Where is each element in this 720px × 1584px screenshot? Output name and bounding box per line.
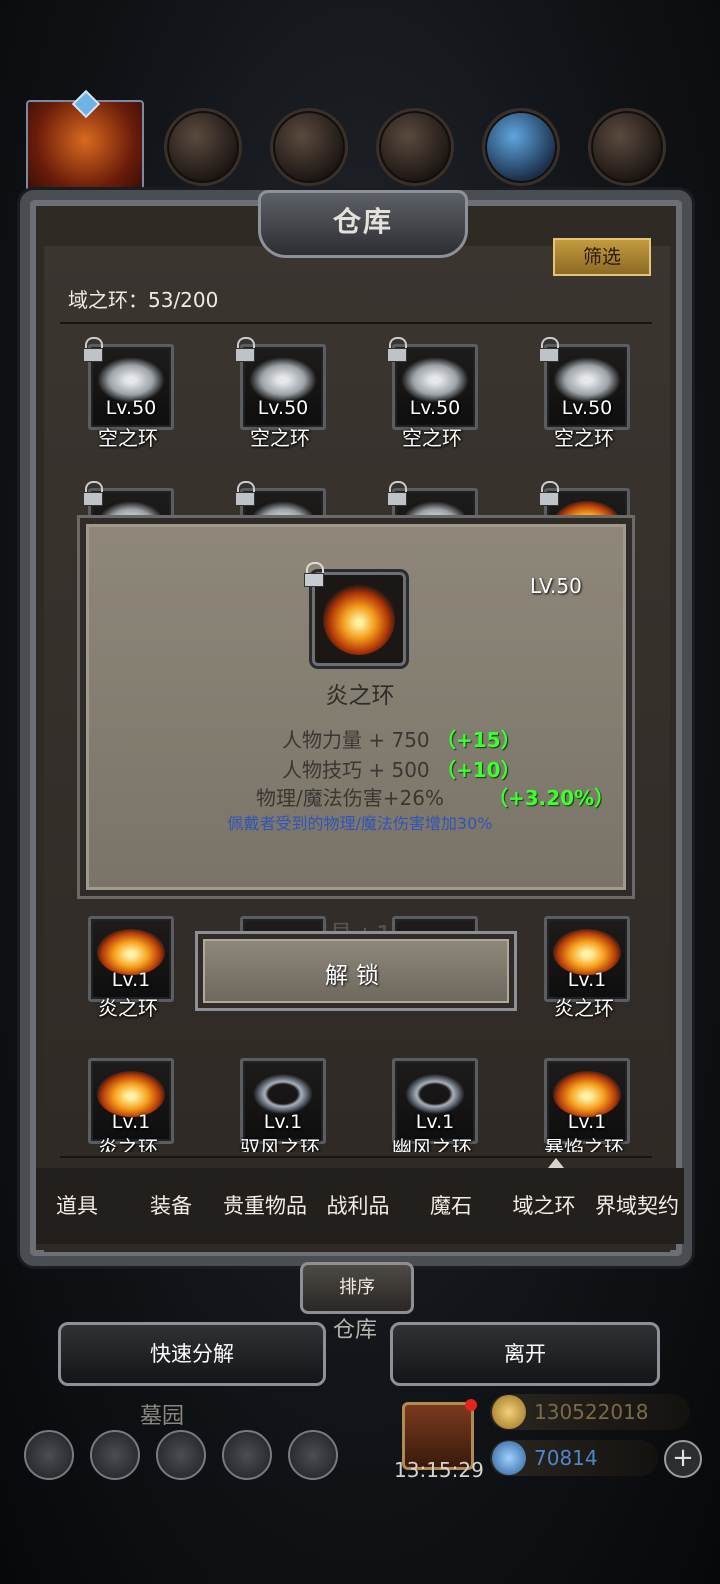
item-level: Lv.50 — [561, 397, 613, 419]
item-name: 炎之环 — [554, 996, 614, 1020]
popup-item-name: 炎之环 — [325, 683, 395, 709]
item-name: 驭风之环 — [240, 1136, 320, 1152]
quick-decompose-button[interactable]: 快速分解 — [58, 1322, 326, 1386]
item-name: 炎之环 — [98, 996, 158, 1020]
material-slot-3-icon[interactable] — [376, 108, 454, 186]
flame-ring-icon — [323, 583, 395, 655]
divider-top — [60, 322, 652, 324]
sort-button[interactable]: 排序 — [300, 1262, 414, 1314]
item-slot[interactable]: Lv.50 — [387, 337, 478, 430]
item-level: Lv.1 — [567, 1111, 607, 1133]
item-level: Lv.50 — [105, 397, 157, 419]
settings-icon[interactable] — [24, 1430, 74, 1480]
material-slot-1-icon[interactable] — [164, 108, 242, 186]
diamond-icon — [492, 1441, 526, 1475]
item-name: 空之环 — [250, 426, 310, 450]
material-slot-5-icon[interactable] — [588, 108, 666, 186]
material-slot-2-icon[interactable] — [270, 108, 348, 186]
gold-amount: 130522018 — [534, 1400, 649, 1424]
item-name: 暴焰之环 — [544, 1136, 624, 1152]
notification-dot-icon — [465, 1399, 477, 1411]
share-icon[interactable] — [288, 1430, 338, 1480]
item-level: Lv.1 — [111, 1111, 151, 1133]
item-effect-description: 佩戴者受到的物理/魔法伤害增加30% — [227, 814, 493, 833]
stat-strength-bonus: （+15） — [436, 728, 521, 752]
panel-title: 仓库 — [258, 190, 468, 258]
stat-strength: 人物力量 + 750 — [282, 728, 430, 752]
lock-icon — [539, 481, 559, 506]
lock-icon — [387, 481, 407, 506]
skill-icon[interactable] — [90, 1430, 140, 1480]
tab-domain-ring[interactable]: 域之环 — [508, 1190, 580, 1220]
gold-counter: 130522018 — [490, 1394, 690, 1430]
item-level: Lv.1 — [111, 969, 151, 991]
item-name: 幽风之环 — [392, 1136, 472, 1152]
gem-counter: 70814 — [490, 1440, 658, 1476]
material-slot-4-icon[interactable] — [482, 108, 560, 186]
popup-item-slot — [312, 572, 406, 666]
tab-valuables[interactable]: 贵重物品 — [218, 1190, 312, 1220]
lock-icon — [235, 481, 255, 506]
clock-time: 13:15:29 — [394, 1458, 484, 1482]
tab-loot[interactable]: 战利品 — [322, 1190, 394, 1220]
item-level: Lv.1 — [567, 969, 607, 991]
item-slot[interactable]: Lv.50 — [235, 337, 326, 430]
item-slot[interactable]: Lv.1 — [544, 916, 630, 1002]
guild-icon[interactable] — [156, 1430, 206, 1480]
location-label: 墓园 — [140, 1404, 185, 1429]
filter-button[interactable]: 筛选 — [553, 238, 651, 276]
stat-skill-bonus: （+10） — [436, 758, 521, 782]
lock-icon — [83, 337, 103, 362]
tab-magic-stone[interactable]: 魔石 — [426, 1190, 476, 1220]
stat-skill: 人物技巧 + 500 — [282, 758, 430, 782]
item-name: 炎之环 — [98, 1136, 158, 1152]
tab-realm-contract[interactable]: 界域契约 — [590, 1190, 684, 1220]
popup-item-level: LV.50 — [530, 574, 582, 598]
item-slot[interactable]: Lv.50 — [539, 337, 630, 430]
lock-icon — [235, 337, 255, 362]
item-level: Lv.1 — [415, 1111, 455, 1133]
item-name: 空之环 — [554, 426, 614, 450]
unlock-button[interactable]: 解锁 — [198, 934, 514, 1008]
leave-button[interactable]: 离开 — [390, 1322, 660, 1386]
hero-avatar[interactable] — [26, 89, 144, 200]
active-tab-indicator-icon — [548, 1158, 564, 1168]
lock-icon — [539, 337, 559, 362]
item-name: 空之环 — [98, 426, 158, 450]
item-level: Lv.1 — [263, 1111, 303, 1133]
stat-damage-bonus: （+3.20%） — [488, 786, 615, 810]
item-name: 空之环 — [402, 426, 462, 450]
lock-icon — [83, 481, 103, 506]
tab-items[interactable]: 道具 — [50, 1190, 104, 1220]
item-level: Lv.50 — [409, 397, 461, 419]
item-level: Lv.50 — [257, 397, 309, 419]
add-currency-button[interactable]: + — [664, 1440, 702, 1478]
lock-icon — [387, 337, 407, 362]
lock-icon[interactable] — [304, 562, 324, 587]
gem-amount: 70814 — [534, 1446, 598, 1470]
gold-coin-icon — [492, 1395, 526, 1429]
item-slot[interactable]: Lv.1 — [88, 916, 174, 1002]
mail-icon[interactable] — [222, 1430, 272, 1480]
ring-count: 域之环：53/200 — [68, 288, 219, 312]
item-slot[interactable]: Lv.50 — [83, 337, 174, 430]
tab-equipment[interactable]: 装备 — [146, 1190, 196, 1220]
stat-damage: 物理/魔法伤害+26% — [256, 786, 444, 810]
